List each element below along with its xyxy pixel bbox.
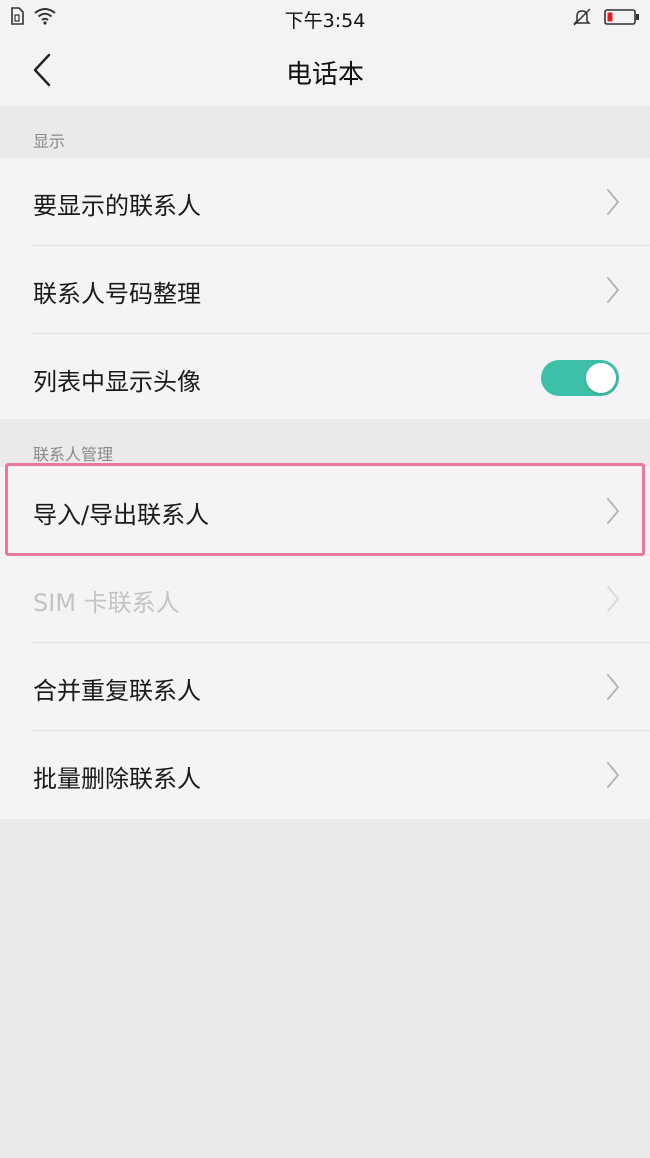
chevron-right-icon xyxy=(607,277,619,303)
battery-icon xyxy=(604,9,639,25)
row-show-avatar: 列表中显示头像 xyxy=(0,334,650,419)
row-label: 导入/导出联系人 xyxy=(33,501,210,529)
chevron-right-icon xyxy=(607,189,619,215)
section-header-display: 显示 xyxy=(0,106,650,158)
row-label: 批量删除联系人 xyxy=(33,765,201,793)
settings-group-display: 要显示的联系人 联系人号码整理 列表中显示头像 xyxy=(0,158,650,419)
section-title: 联系人管理 xyxy=(33,445,114,464)
row-import-export[interactable]: 导入/导出联系人 xyxy=(0,467,650,555)
show-avatar-toggle[interactable] xyxy=(541,360,619,396)
row-label: SIM 卡联系人 xyxy=(33,589,180,617)
toggle-knob xyxy=(586,363,616,393)
row-merge-duplicates[interactable]: 合并重复联系人 xyxy=(0,643,650,731)
page-title: 电话本 xyxy=(285,60,364,90)
chevron-right-icon xyxy=(607,762,619,788)
settings-group-contact-management: 导入/导出联系人 SIM 卡联系人 合并重复联系人 批量删除联系人 xyxy=(0,467,650,819)
status-time: 下午3:54 xyxy=(284,10,366,32)
section-title: 显示 xyxy=(33,132,66,151)
section-header-contact-management: 联系人管理 xyxy=(0,419,650,467)
chevron-right-icon xyxy=(607,498,619,524)
row-label: 要显示的联系人 xyxy=(33,192,201,220)
row-number-cleanup[interactable]: 联系人号码整理 xyxy=(0,246,650,334)
chevron-right-icon xyxy=(607,674,619,700)
row-label: 列表中显示头像 xyxy=(33,368,201,396)
row-batch-delete[interactable]: 批量删除联系人 xyxy=(0,731,650,819)
row-sim-contacts: SIM 卡联系人 xyxy=(0,555,650,643)
status-right-icons xyxy=(572,7,640,27)
header: 电话本 xyxy=(0,34,650,106)
chevron-right-icon xyxy=(607,586,619,612)
row-visible-contacts[interactable]: 要显示的联系人 xyxy=(0,158,650,246)
row-label: 联系人号码整理 xyxy=(33,280,201,308)
status-bar: 下午3:54 xyxy=(0,0,650,34)
silent-bell-icon xyxy=(573,8,591,26)
row-label: 合并重复联系人 xyxy=(33,677,201,705)
